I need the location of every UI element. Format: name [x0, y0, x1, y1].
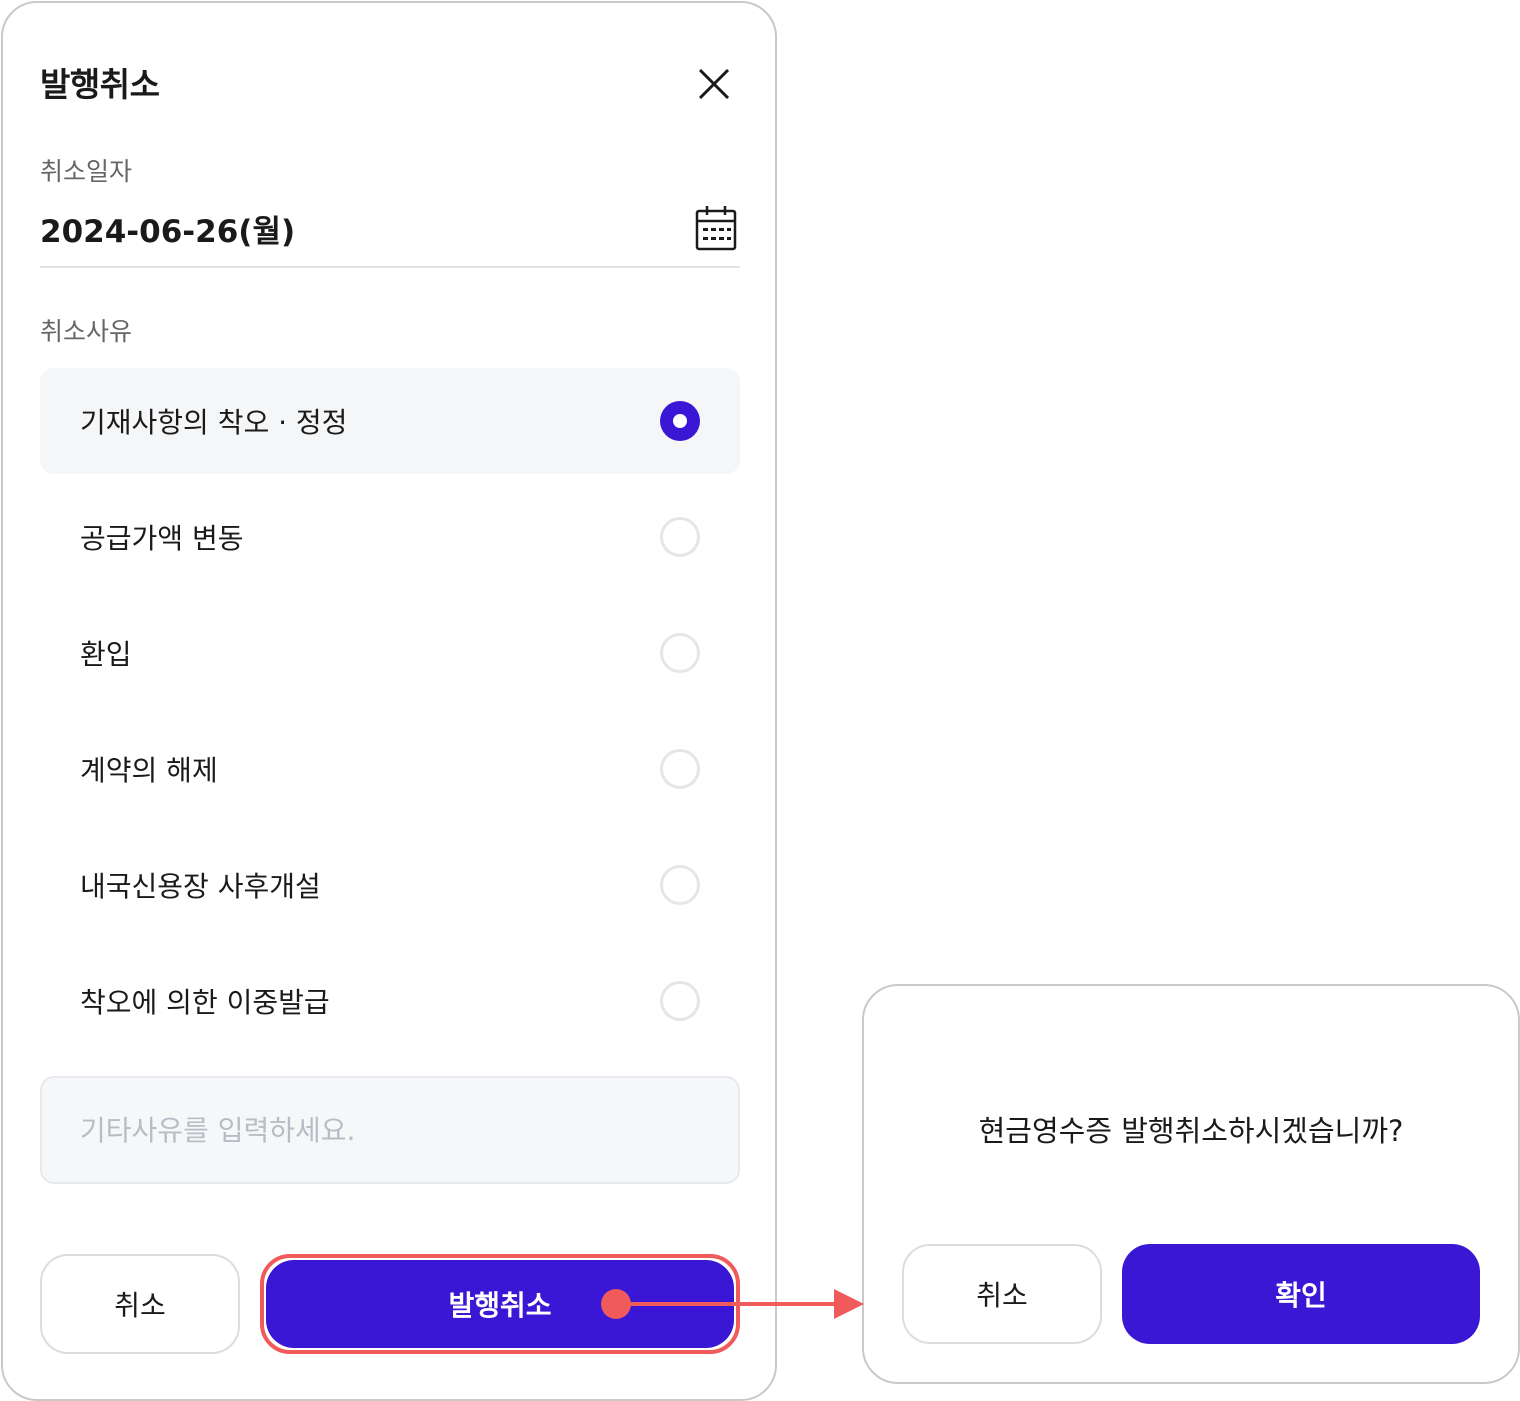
- reason-option-label: 내국신용장 사후개설: [80, 870, 321, 903]
- calendar-button[interactable]: [694, 204, 738, 252]
- dialog-confirm-button[interactable]: 확인: [1122, 1244, 1480, 1344]
- cancel-date-value[interactable]: 2024-06-26(월): [40, 206, 295, 251]
- reason-option-label: 착오에 의한 이중발급: [80, 986, 330, 1019]
- close-icon: [698, 68, 730, 100]
- sheet-title: 발행취소: [40, 65, 160, 104]
- other-reason-input[interactable]: [40, 1076, 740, 1184]
- close-button[interactable]: [692, 62, 736, 106]
- radio-unselected-icon[interactable]: [660, 865, 700, 905]
- radio-selected-icon[interactable]: [660, 401, 700, 441]
- cancel-date-label: 취소일자: [40, 157, 133, 186]
- reason-option-label: 공급가액 변동: [80, 522, 244, 555]
- reason-option-label: 기재사항의 착오 · 정정: [80, 406, 348, 439]
- radio-unselected-icon[interactable]: [660, 517, 700, 557]
- reason-option-4[interactable]: 계약의 해제: [40, 716, 740, 822]
- cancel-reason-label: 취소사유: [40, 317, 133, 346]
- annotation-highlight-box: [260, 1254, 740, 1354]
- reason-option-label: 환입: [80, 638, 132, 671]
- radio-unselected-icon[interactable]: [660, 749, 700, 789]
- radio-unselected-icon[interactable]: [660, 633, 700, 673]
- date-field-divider: [40, 266, 740, 268]
- annotation-arrow-head: [834, 1289, 864, 1319]
- reason-option-5[interactable]: 내국신용장 사후개설: [40, 832, 740, 938]
- radio-unselected-icon[interactable]: [660, 981, 700, 1021]
- dialog-message: 현금영수증 발행취소하시겠습니까?: [978, 1114, 1404, 1148]
- reason-option-2[interactable]: 공급가액 변동: [40, 484, 740, 590]
- calendar-icon: [695, 206, 737, 251]
- dialog-cancel-button[interactable]: 취소: [902, 1244, 1102, 1344]
- reason-option-6[interactable]: 착오에 의한 이중발급: [40, 948, 740, 1054]
- sheet-cancel-button[interactable]: 취소: [40, 1254, 240, 1354]
- reason-option-label: 계약의 해제: [80, 754, 218, 787]
- reason-option-3[interactable]: 환입: [40, 600, 740, 706]
- reason-option-1[interactable]: 기재사항의 착오 · 정정: [40, 368, 740, 474]
